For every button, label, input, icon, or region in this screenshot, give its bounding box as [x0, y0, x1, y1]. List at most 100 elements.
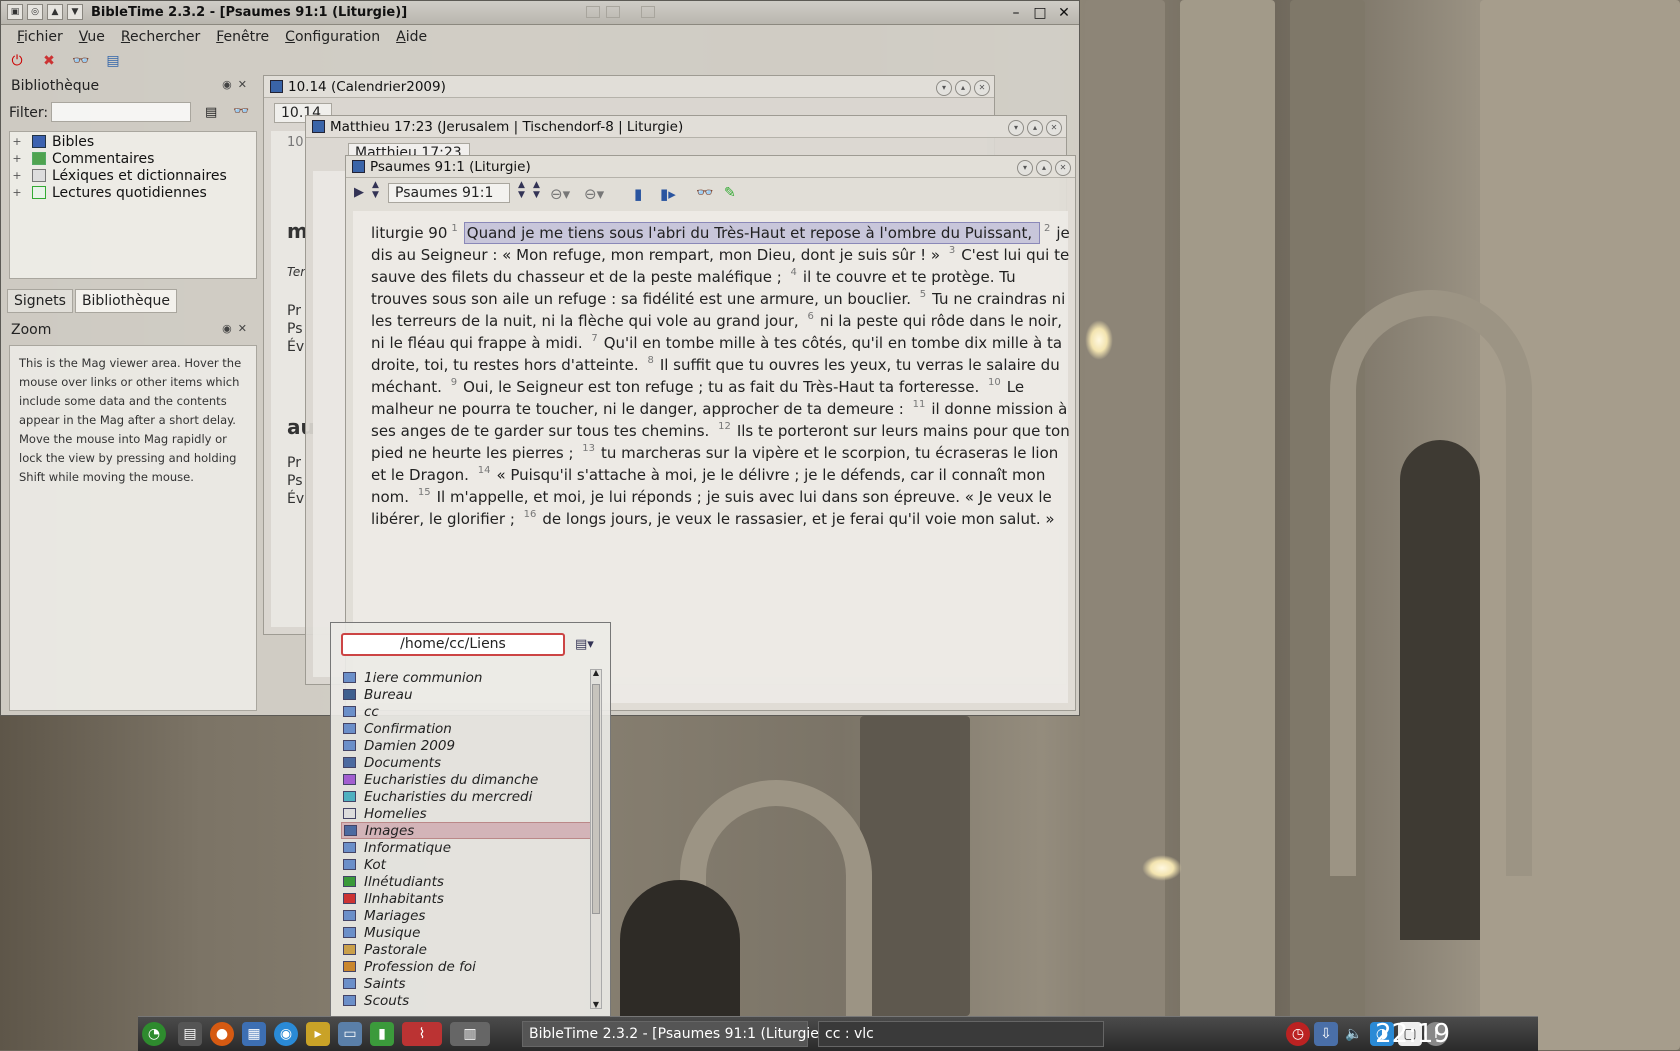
folder-item[interactable]: Mariages [341, 907, 591, 924]
chapter-spinner-icon[interactable]: ▲ ▼ [533, 180, 540, 200]
verse-number[interactable]: 3 [949, 245, 955, 256]
firefox-icon[interactable]: ● [210, 1022, 234, 1046]
folder-item[interactable]: cc [341, 703, 591, 720]
verse-number[interactable]: 1 [451, 223, 457, 234]
quit-icon[interactable]: ⏻ [7, 51, 27, 71]
menu-configuration[interactable]: Configuration [277, 25, 388, 47]
minimize-button[interactable]: – [1005, 3, 1027, 23]
folder-item[interactable]: Eucharisties du dimanche [341, 771, 591, 788]
scroll-down-icon[interactable]: ▼ [591, 1000, 601, 1009]
folder-item[interactable]: Informatique [341, 839, 591, 856]
power-icon[interactable]: ◷ [1286, 1022, 1310, 1046]
folder-item[interactable]: Scouts [341, 992, 591, 1009]
close-icon[interactable]: ✕ [1046, 119, 1062, 136]
minimize-icon[interactable]: ▾ [936, 79, 952, 96]
close-icon[interactable]: ✕ [974, 79, 990, 96]
minimize-icon[interactable]: ▾ [1017, 159, 1033, 176]
folder-item[interactable]: Musique [341, 924, 591, 941]
printer-icon[interactable]: ▭ [338, 1022, 362, 1046]
verse-number[interactable]: 12 [718, 421, 731, 432]
tree-item-commentaires[interactable]: + Commentaires [10, 150, 154, 167]
maximize-button[interactable]: □ [1029, 3, 1051, 23]
tab-bibliotheque[interactable]: Bibliothèque [74, 289, 178, 313]
expand-icon[interactable]: + [10, 186, 24, 199]
expand-icon[interactable]: + [10, 152, 24, 165]
network-icon[interactable]: ◉ [274, 1022, 298, 1046]
dock-float-close-icon[interactable]: ◉✕ [222, 78, 253, 91]
maximize-icon[interactable]: ▴ [955, 79, 971, 96]
scrollbar-thumb[interactable] [592, 684, 600, 914]
keep-below-icon[interactable]: ▼ [67, 4, 83, 20]
expand-icon[interactable]: + [10, 169, 24, 182]
menu-fenetre[interactable]: Fenêtre [208, 25, 277, 47]
folder-item[interactable]: Kot [341, 856, 591, 873]
system-icon[interactable]: ▤ [178, 1022, 202, 1046]
search-binoculars-icon[interactable]: 👓 [71, 51, 91, 71]
folder-item[interactable]: 1iere communion [341, 669, 591, 686]
verse-number[interactable]: 8 [647, 355, 653, 366]
maximize-icon[interactable]: ▴ [1027, 119, 1043, 136]
folder-path-field[interactable]: /home/cc/Liens [341, 633, 565, 656]
menu-aide[interactable]: Aide [388, 25, 435, 47]
close-button[interactable]: ✕ [1053, 3, 1075, 23]
dock-float-close-icon[interactable]: ◉✕ [222, 322, 253, 335]
keep-above-icon[interactable]: ▲ [47, 4, 63, 20]
maximize-icon[interactable]: ▴ [1036, 159, 1052, 176]
folder-item[interactable]: Profession de foi [341, 958, 591, 975]
verse-number[interactable]: 9 [451, 377, 457, 388]
menu-fichier[interactable]: Fichier [9, 25, 71, 47]
close-all-icon[interactable]: ✖ [39, 51, 59, 71]
verse-number[interactable]: 6 [807, 311, 813, 322]
display-options-icon[interactable]: ✎ [724, 185, 736, 201]
tree-item-lectures[interactable]: + Lectures quotidiennes [10, 184, 206, 201]
expand-icon[interactable]: + [10, 135, 24, 148]
folder-item[interactable]: Ilnétudiants [341, 873, 591, 890]
verse-number[interactable]: 4 [791, 267, 797, 278]
folder-item[interactable]: Documents [341, 754, 591, 771]
verse-number[interactable]: 10 [988, 377, 1001, 388]
folder-scrollbar[interactable]: ▲ ▼ [590, 668, 602, 1009]
verse-number[interactable]: 2 [1044, 223, 1050, 234]
subwindow-header[interactable]: 10.14 (Calendrier2009) ▾ ▴ ✕ [264, 76, 994, 98]
verse-number[interactable]: 14 [478, 465, 491, 476]
bible-module-icon[interactable]: ▮ [634, 185, 642, 203]
folder-item[interactable]: Ilnhabitants [341, 890, 591, 907]
filter-input[interactable] [51, 102, 191, 122]
subwindow-header[interactable]: Matthieu 17:23 (Jerusalem | Tischendorf-… [306, 116, 1066, 138]
bookmark-manager-icon[interactable]: ▤ [103, 51, 123, 71]
search-binoculars-icon[interactable]: 👓 [696, 185, 713, 201]
menu-rechercher[interactable]: Rechercher [113, 25, 208, 47]
volume-icon[interactable]: 🔈 [1342, 1022, 1366, 1046]
scroll-arrows-icon[interactable]: ▲ ▼ [372, 180, 379, 200]
folder-item[interactable]: Damien 2009 [341, 737, 591, 754]
tree-item-bibles[interactable]: + Bibles [10, 133, 94, 150]
sync-icon[interactable]: ▶ [354, 185, 364, 200]
office-icon[interactable]: ▦ [242, 1022, 266, 1046]
verse-number[interactable]: 11 [913, 399, 926, 410]
files-icon[interactable]: ▸ [306, 1022, 330, 1046]
subwindow-header[interactable]: Psaumes 91:1 (Liturgie) ▾ ▴ ✕ [346, 156, 1075, 178]
verse-number[interactable]: 13 [582, 443, 595, 454]
search-binoculars-icon[interactable]: 👓 [233, 104, 249, 119]
kde-menu-icon[interactable]: ◔ [142, 1022, 166, 1046]
minimize-icon[interactable]: ▾ [1008, 119, 1024, 136]
folder-item[interactable]: Eucharisties du mercredi [341, 788, 591, 805]
verse-number[interactable]: 5 [920, 289, 926, 300]
usb-icon[interactable]: ⇩ [1314, 1022, 1338, 1046]
parallel-bible-icon[interactable]: ▮▸ [660, 185, 676, 203]
task-bibletime[interactable]: BibleTime 2.3.2 - [Psaumes 91:1 (Liturgi… [522, 1021, 819, 1047]
history-back-icon[interactable]: ⊖▾ [550, 185, 570, 203]
tab-signets[interactable]: Signets [7, 289, 73, 313]
clock[interactable]: 22:19 [1375, 1019, 1450, 1049]
key-chooser[interactable]: Psaumes 91:1 [388, 183, 510, 203]
filter-options-icon[interactable]: ▤ [205, 105, 217, 120]
history-forward-icon[interactable]: ⊖▾ [584, 185, 604, 203]
folder-item[interactable]: Homelies [341, 805, 591, 822]
tree-item-lexiques[interactable]: + Léxiques et dictionnaires [10, 167, 226, 184]
scroll-up-icon[interactable]: ▲ [591, 668, 601, 677]
book-spinner-icon[interactable]: ▲ ▼ [518, 180, 525, 200]
folder-item[interactable]: Confirmation [341, 720, 591, 737]
window-titlebar[interactable]: ▣ ◎ ▲ ▼ BibleTime 2.3.2 - [Psaumes 91:1 … [1, 1, 1079, 25]
verse-number[interactable]: 16 [524, 509, 537, 520]
menu-vue[interactable]: Vue [71, 25, 113, 47]
